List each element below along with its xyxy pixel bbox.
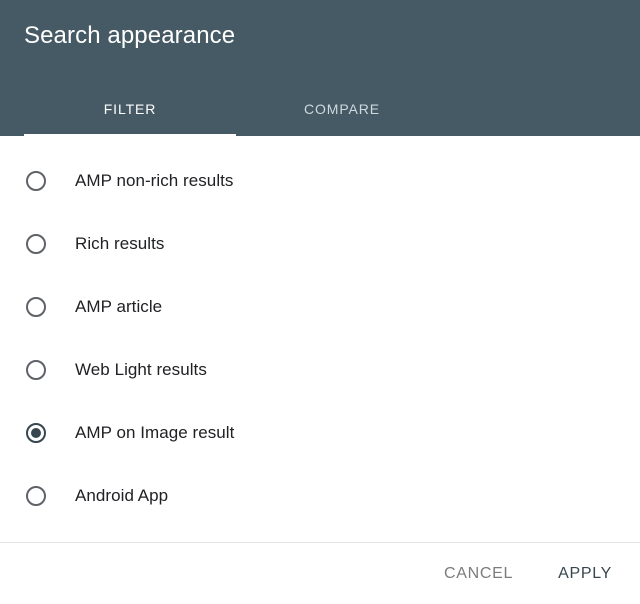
radio-button-icon[interactable] <box>26 422 46 443</box>
list-item[interactable]: AMP on Image result <box>0 401 640 464</box>
option-list: AMP non-rich results Rich results AMP ar… <box>0 136 640 542</box>
dialog-header: Search appearance FILTER COMPARE <box>0 0 640 136</box>
radio-button-icon[interactable] <box>26 170 46 191</box>
tab-compare[interactable]: COMPARE <box>236 84 448 134</box>
list-item-label: Android App <box>75 485 169 505</box>
radio-button-icon[interactable] <box>26 485 46 506</box>
list-item-label: AMP article <box>75 296 163 316</box>
dialog-footer: CANCEL APPLY <box>0 542 640 604</box>
radio-button-icon[interactable] <box>26 359 46 380</box>
list-item[interactable]: Web Light results <box>0 338 640 401</box>
list-item[interactable]: AMP non-rich results <box>0 149 640 212</box>
tab-filter[interactable]: FILTER <box>24 84 236 134</box>
list-item-label: Rich results <box>75 233 165 253</box>
list-item-label: Web Light results <box>75 359 207 379</box>
cancel-button[interactable]: CANCEL <box>440 557 517 591</box>
apply-button[interactable]: APPLY <box>554 557 616 591</box>
list-item-label: AMP on Image result <box>75 422 235 442</box>
list-item[interactable]: Android App <box>0 464 640 527</box>
radio-button-icon[interactable] <box>26 233 46 254</box>
page-title: Search appearance <box>24 22 236 49</box>
search-appearance-dialog: Search appearance FILTER COMPARE AMP non… <box>0 0 640 604</box>
tab-bar: FILTER COMPARE <box>0 84 640 136</box>
list-item[interactable]: AMP article <box>0 275 640 338</box>
list-item-label: AMP non-rich results <box>75 170 234 190</box>
radio-button-icon[interactable] <box>26 296 46 317</box>
radio-dot-icon <box>31 427 41 438</box>
list-item[interactable]: Rich results <box>0 212 640 275</box>
